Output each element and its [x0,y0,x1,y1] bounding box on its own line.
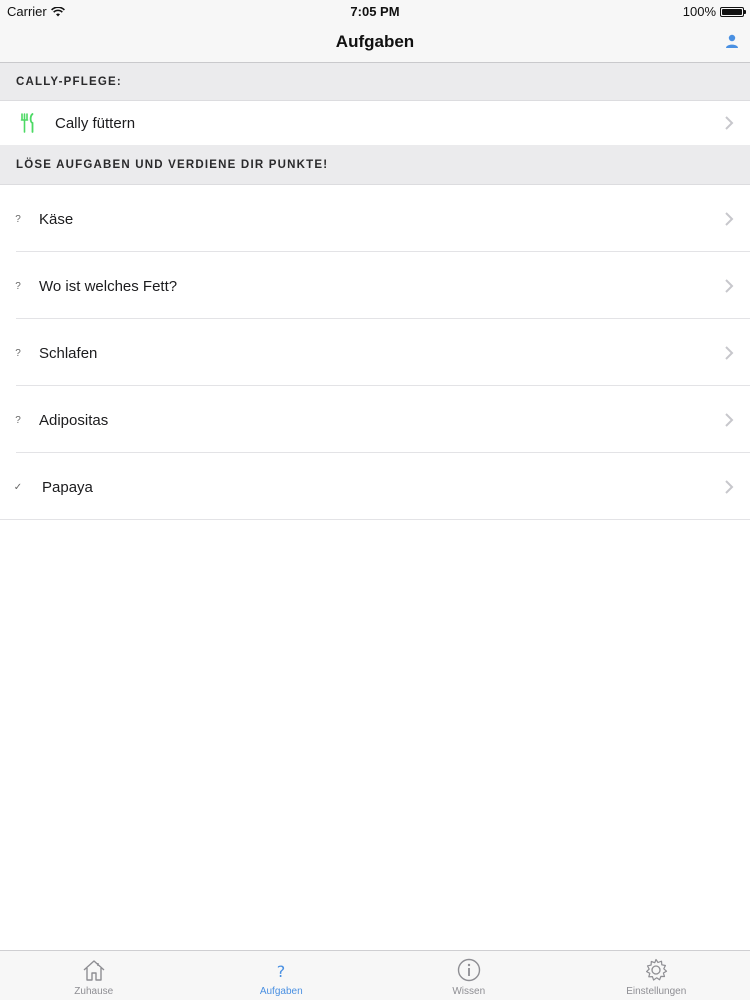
task-row[interactable]: ? Adipositas [0,387,750,453]
task-status-mark: ✓ [13,481,23,493]
task-status-mark: ? [15,213,21,225]
row-separator [0,519,750,520]
status-time: 7:05 PM [350,4,400,19]
battery-icon [720,6,746,17]
tab-label: Zuhause [74,986,114,997]
task-label: Adipositas [39,411,109,429]
tab-knowledge[interactable]: Wissen [375,951,563,1000]
task-row[interactable]: ? Schlafen [0,320,750,386]
question-icon: ? [277,962,286,981]
task-status-mark: ? [15,347,21,359]
row-separator [16,318,750,319]
section-header-label: CALLY-PFLEGE: [16,75,122,88]
navigation-bar: Aufgaben [0,22,750,63]
chevron-right-icon [725,279,734,293]
status-bar: Carrier 7:05 PM 100% [0,0,750,22]
svg-text:?: ? [277,962,286,981]
fork-knife-icon [20,113,34,133]
task-row[interactable]: ? Wo ist welches Fett? [0,253,750,319]
home-icon [83,960,105,981]
tab-home[interactable]: Zuhause [0,951,188,1000]
tab-label: Wissen [452,986,486,997]
tab-label: Einstellungen [626,986,687,997]
row-separator [16,251,750,252]
chevron-right-icon [725,212,734,226]
battery-percent: 100% [682,4,716,19]
section-header-care: CALLY-PFLEGE: [0,63,750,101]
tab-label: Aufgaben [259,986,303,997]
task-label: Wo ist welches Fett? [39,277,178,295]
page-title: Aufgaben [335,32,415,51]
info-icon [457,958,480,982]
tab-settings[interactable]: Einstellungen [563,951,750,1000]
chevron-right-icon [725,116,734,130]
chevron-right-icon [725,480,734,494]
tab-bar: Zuhause ? Aufgaben Wissen Einstellungen [0,950,750,1000]
task-label: Papaya [42,478,93,496]
row-separator [16,385,750,386]
chevron-right-icon [725,346,734,360]
battery-level [722,8,742,15]
task-label: Schlafen [39,344,98,362]
task-status-mark: ? [15,414,21,426]
task-status-mark: ? [15,280,21,292]
section-header-label: LÖSE AUFGABEN UND VERDIENE DIR PUNKTE! [16,158,329,171]
gear-icon [646,958,668,981]
task-row[interactable]: ? Käse [0,186,750,252]
profile-icon[interactable] [724,33,740,49]
care-item-row[interactable]: Cally füttern [0,101,750,145]
tab-tasks[interactable]: ? Aufgaben [188,951,376,1000]
chevron-right-icon [725,413,734,427]
status-right: 100% [682,4,746,19]
task-row[interactable]: ✓ Papaya [0,454,750,520]
care-item-label: Cally füttern [55,114,136,132]
task-label: Käse [39,210,74,228]
row-separator [16,452,750,453]
section-header-tasks: LÖSE AUFGABEN UND VERDIENE DIR PUNKTE! [0,145,750,185]
